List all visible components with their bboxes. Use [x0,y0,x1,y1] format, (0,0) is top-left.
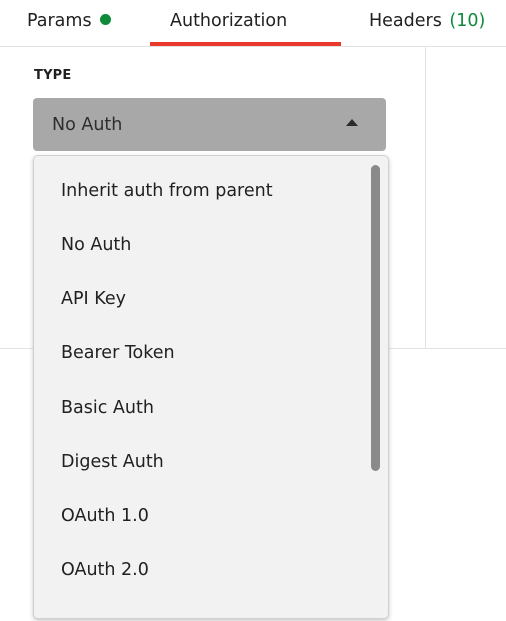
option-label: Bearer Token [61,343,175,363]
option-label: No Auth [61,235,132,255]
option-label: Inherit auth from parent [61,181,273,201]
option-label: OAuth 2.0 [61,560,149,580]
request-tabs: Params Authorization Headers (10) [0,0,506,47]
option-label: OAuth 1.0 [61,506,149,526]
auth-option-oauth-2[interactable]: OAuth 2.0 [34,544,364,598]
auth-option-oauth-1[interactable]: OAuth 1.0 [34,490,364,544]
auth-type-dropdown: Inherit auth from parent No Auth API Key… [33,155,389,619]
auth-type-select[interactable]: No Auth [33,98,386,151]
auth-type-label: TYPE [34,68,72,83]
auth-type-selected-value: No Auth [52,115,123,135]
tab-authorization[interactable]: Authorization [170,8,287,46]
auth-option-no-auth[interactable]: No Auth [34,219,364,273]
auth-option-digest-auth[interactable]: Digest Auth [34,436,364,490]
auth-option-inherit[interactable]: Inherit auth from parent [34,165,364,219]
tab-params-label: Params [27,11,92,31]
auth-option-bearer-token[interactable]: Bearer Token [34,327,364,381]
active-tab-underline [150,42,341,46]
tab-authorization-label: Authorization [170,11,288,31]
tab-params[interactable]: Params [27,8,111,46]
auth-option-api-key[interactable]: API Key [34,273,364,327]
headers-count-badge: (10) [449,11,486,31]
tab-headers[interactable]: Headers (10) [369,8,485,46]
option-label: Basic Auth [61,398,154,418]
tab-headers-label: Headers [369,11,442,31]
auth-option-basic-auth[interactable]: Basic Auth [34,382,364,436]
option-label: Digest Auth [61,452,164,472]
caret-up-icon [346,119,358,126]
params-indicator-dot [99,14,111,25]
option-label: API Key [61,289,126,309]
dropdown-scrollbar[interactable] [371,165,380,471]
panel-divider-vertical [425,46,426,348]
